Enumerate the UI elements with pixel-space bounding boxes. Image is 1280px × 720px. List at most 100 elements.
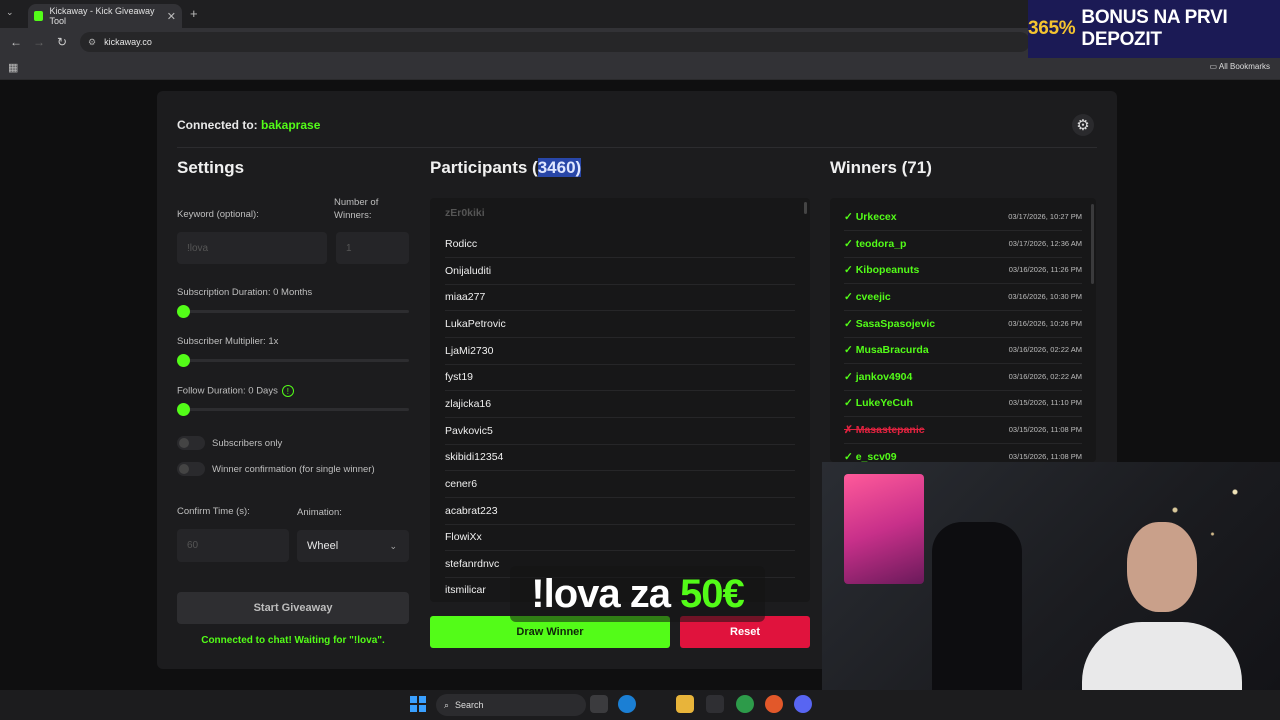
tab-search-icon[interactable]: ⌄ (6, 7, 14, 18)
winner-time: 03/17/2026, 12:36 AM (1008, 239, 1082, 249)
follow-duration-row: Follow Duration: 0 Days! (177, 385, 294, 397)
animation-value: Wheel (307, 540, 339, 552)
list-item: LjaMi2730 (445, 338, 795, 365)
winners-count-label: Number of Winners: (334, 197, 379, 221)
animation-label: Animation: (297, 507, 342, 518)
list-item: zEr0kiki (445, 207, 485, 220)
subscription-duration-label: Subscription Duration: 0 Months (177, 287, 313, 298)
discord-icon[interactable] (794, 695, 812, 713)
list-item: zlajicka16 (445, 391, 795, 418)
firefox-icon[interactable] (765, 695, 783, 713)
webcam-streamer-head (1127, 522, 1197, 612)
winner-name: ✓ teodora_p (844, 237, 907, 250)
address-bar[interactable]: ⚙ kickaway.co (80, 32, 1030, 52)
winner-row: ✓ LukeYeCuh 03/15/2026, 11:10 PM (844, 390, 1082, 417)
list-item: Pavkovic5 (445, 418, 795, 445)
gear-icon[interactable]: ⚙ (1072, 114, 1094, 136)
ad-banner[interactable]: 365% BONUS NA PRVI DEPOZIT (1028, 0, 1280, 58)
apps-grid-icon[interactable]: ▦ (8, 61, 18, 74)
subscriber-multiplier-track[interactable] (177, 359, 409, 362)
webcam-tv-screen (844, 474, 924, 584)
list-item: FlowiXx (445, 524, 795, 551)
list-item: skibidi12354 (445, 444, 795, 471)
keyword-input[interactable]: !lova (177, 232, 327, 264)
list-item: cener6 (445, 471, 795, 498)
participants-list[interactable]: zEr0kiki Rodicc Onijaluditi miaa277 Luka… (430, 198, 810, 602)
winner-time: 03/16/2026, 10:30 PM (1008, 292, 1082, 302)
winner-row: ✓ Kibopeanuts 03/16/2026, 11:26 PM (844, 257, 1082, 284)
windows-start-icon[interactable] (410, 696, 426, 712)
header-divider (177, 147, 1097, 148)
ad-highlight: 365% (1028, 18, 1076, 39)
browser-tab[interactable]: Kickaway - Kick Giveaway Tool ✕ (28, 4, 182, 28)
participants-title: Participants (3460) (430, 158, 582, 178)
winner-confirmation-toggle[interactable] (177, 462, 205, 476)
participants-title-suffix: ) (575, 158, 582, 177)
channel-name: bakaprase (261, 118, 321, 132)
winner-time: 03/15/2026, 11:08 PM (1008, 452, 1082, 462)
winner-time: 03/16/2026, 02:22 AM (1008, 345, 1082, 355)
winners-list[interactable]: ✓ Urkecex 03/17/2026, 10:27 PM ✓ teodora_… (830, 198, 1096, 462)
winner-row: ✓ jankov4904 03/16/2026, 02:22 AM (844, 364, 1082, 391)
participants-count: 3460 (537, 158, 576, 177)
edge-icon[interactable] (618, 695, 636, 713)
start-giveaway-button[interactable]: Start Giveaway (177, 592, 409, 624)
confirm-time-label: Confirm Time (s): (177, 506, 250, 517)
subscription-duration-track[interactable] (177, 310, 409, 313)
list-item: acabrat223 (445, 498, 795, 525)
participants-scrollbar[interactable] (804, 202, 807, 214)
new-tab-button[interactable]: + (190, 6, 198, 21)
winner-time: 03/16/2026, 02:22 AM (1008, 372, 1082, 382)
winner-name-rejected: ✗ Masastepanic (844, 423, 925, 436)
bookmarks-bar (0, 56, 1280, 80)
follow-duration-label: Follow Duration: 0 Days (177, 385, 278, 397)
taskbar-search-label: Search (455, 700, 484, 710)
winner-row: ✓ teodora_p 03/17/2026, 12:36 AM (844, 231, 1082, 258)
follow-duration-track[interactable] (177, 408, 409, 411)
winner-row: ✗ Masastepanic 03/15/2026, 11:08 PM (844, 417, 1082, 444)
forward-icon[interactable]: → (33, 35, 45, 49)
all-bookmarks[interactable]: ▭ All Bookmarks (1210, 62, 1270, 71)
winners-count-input[interactable]: 1 (336, 232, 409, 264)
winner-name: ✓ e_scv09 (844, 450, 897, 462)
tab-title: Kickaway - Kick Giveaway Tool (49, 6, 155, 26)
winner-time: 03/15/2026, 11:08 PM (1008, 425, 1082, 435)
subscription-duration-slider[interactable] (177, 305, 190, 318)
url-text: kickaway.co (104, 37, 152, 47)
keyword-label: Keyword (optional): (177, 209, 259, 220)
subscriber-multiplier-slider[interactable] (177, 354, 190, 367)
taskbar-search[interactable]: ⌕ Search (436, 694, 586, 716)
task-view-icon[interactable] (590, 695, 608, 713)
list-item: LukaPetrovic (445, 311, 795, 338)
site-info-icon[interactable]: ⚙ (88, 37, 96, 48)
list-item: fyst19 (445, 364, 795, 391)
taskbar-app-icon[interactable] (706, 695, 724, 713)
winners-scrollbar[interactable] (1091, 204, 1094, 284)
winner-time: 03/17/2026, 10:27 PM (1008, 212, 1082, 222)
winner-name: ✓ Urkecex (844, 210, 897, 223)
list-item: Rodicc (445, 231, 795, 258)
animation-select[interactable]: Wheel ⌄ (297, 530, 409, 562)
winner-time: 03/15/2026, 11:10 PM (1008, 398, 1082, 408)
winner-row: ✓ MusaBracurda 03/16/2026, 02:22 AM (844, 337, 1082, 364)
connected-prefix: Connected to: (177, 118, 261, 132)
back-icon[interactable]: ← (10, 35, 22, 49)
ad-text: BONUS NA PRVI DEPOZIT (1081, 7, 1228, 50)
winner-name: ✓ Kibopeanuts (844, 263, 920, 276)
reload-icon[interactable]: ↻ (57, 35, 67, 49)
windows-taskbar (0, 690, 1280, 720)
file-explorer-icon[interactable] (676, 695, 694, 713)
info-icon[interactable]: ! (281, 385, 294, 397)
follow-duration-slider[interactable] (177, 403, 190, 416)
list-item: miaa277 (445, 284, 795, 311)
winner-name: ✓ MusaBracurda (844, 343, 929, 356)
confirm-time-input[interactable]: 60 (177, 529, 289, 562)
chrome-icon[interactable] (736, 695, 754, 713)
tab-close-icon[interactable]: ✕ (167, 10, 176, 23)
webcam-gaming-chair (932, 522, 1022, 702)
promo-text: !lova za (531, 571, 671, 616)
subscribers-only-toggle[interactable] (177, 436, 205, 450)
winner-name: ✓ cveejic (844, 290, 891, 303)
winner-row: ✓ cveejic 03/16/2026, 10:30 PM (844, 284, 1082, 311)
search-icon: ⌕ (444, 699, 450, 710)
